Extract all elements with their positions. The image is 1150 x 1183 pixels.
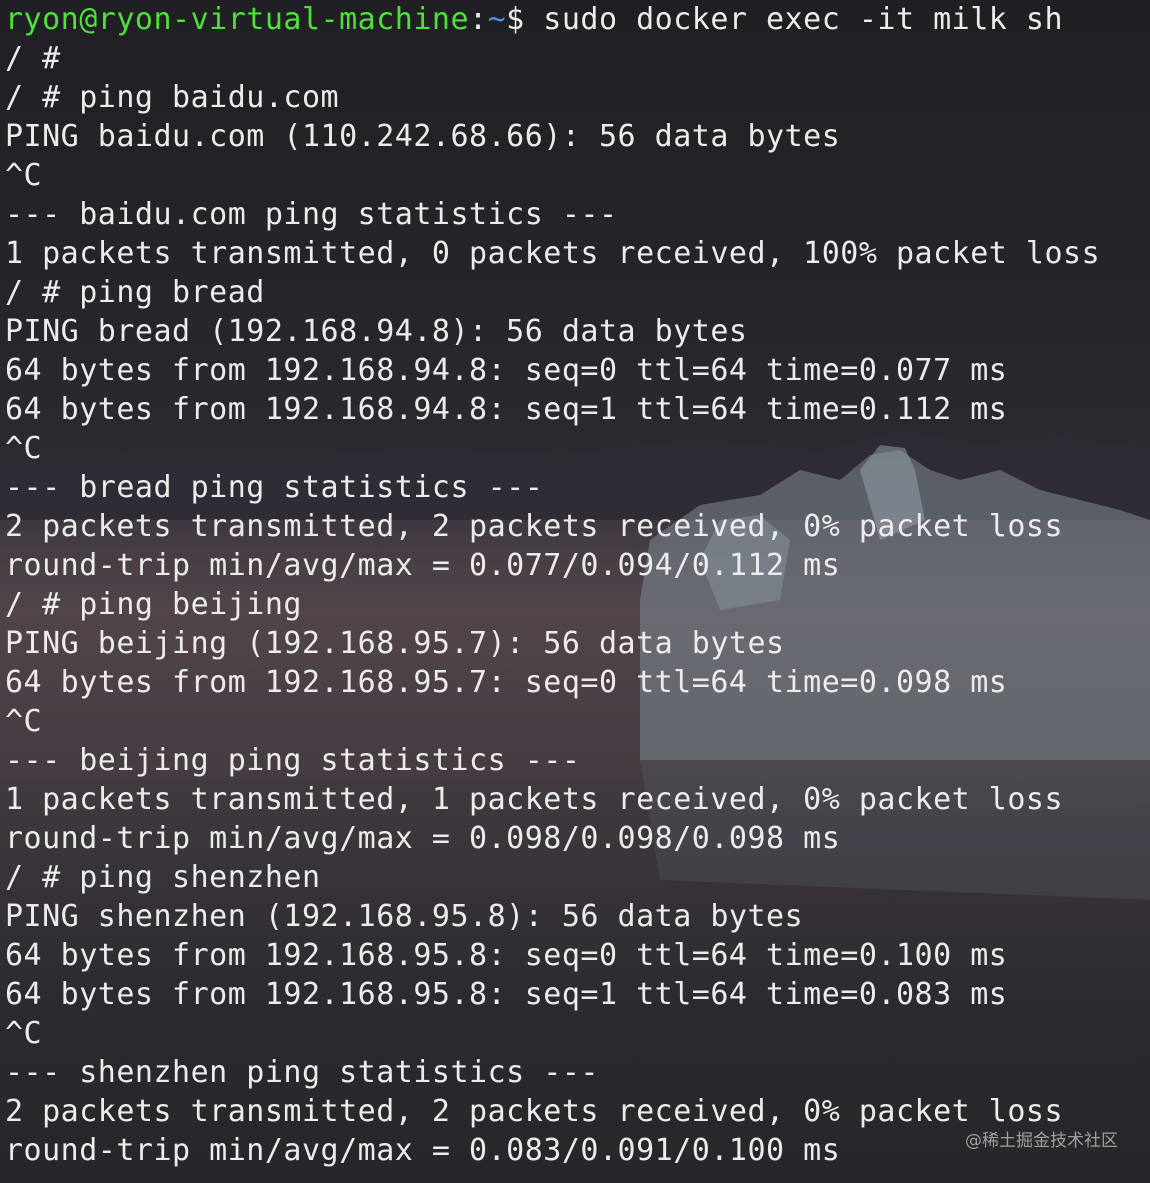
output-line: PING beijing (192.168.95.7): 56 data byt… (5, 626, 785, 661)
output-line: --- bread ping statistics --- (5, 470, 544, 505)
output-line: / # ping bread (5, 275, 265, 310)
prompt-symbol: $ (506, 2, 544, 37)
output-line: round-trip min/avg/max = 0.077/0.094/0.1… (5, 548, 841, 583)
output-line: ^C (5, 1016, 43, 1051)
output-line: PING bread (192.168.94.8): 56 data bytes (5, 314, 748, 349)
prompt-separator: : (469, 2, 488, 37)
prompt-line: ryon@ryon-virtual-machine:~$ sudo docker… (5, 0, 1145, 39)
output-line: --- baidu.com ping statistics --- (5, 197, 618, 232)
terminal-output[interactable]: ryon@ryon-virtual-machine:~$ sudo docker… (5, 0, 1145, 1183)
output-line: 2 packets transmitted, 2 packets receive… (5, 509, 1064, 544)
output-line: ^C (5, 431, 43, 466)
prompt-user-host: ryon@ryon-virtual-machine (5, 2, 470, 37)
watermark: @稀土掘金技术社区 (965, 1131, 1118, 1151)
output-line: 1 packets transmitted, 0 packets receive… (5, 236, 1101, 271)
output-line: 64 bytes from 192.168.95.7: seq=0 ttl=64… (5, 665, 1008, 700)
prompt-path: ~ (487, 2, 507, 37)
output-line: round-trip min/avg/max = 0.098/0.098/0.0… (5, 821, 841, 856)
output-line: ^C (5, 704, 43, 739)
output-line: PING baidu.com (110.242.68.66): 56 data … (5, 119, 841, 154)
output-line: 64 bytes from 192.168.94.8: seq=1 ttl=64… (5, 392, 1008, 427)
output-line: 64 bytes from 192.168.94.8: seq=0 ttl=64… (5, 353, 1008, 388)
output-line: 64 bytes from 192.168.95.8: seq=1 ttl=64… (5, 977, 1008, 1012)
output-line: ^C (5, 158, 43, 193)
output-line: --- shenzhen ping statistics --- (5, 1055, 599, 1090)
output-line: / # ping shenzhen (5, 860, 321, 895)
output-line: PING shenzhen (192.168.95.8): 56 data by… (5, 899, 804, 934)
output-line: / # ping beijing (5, 587, 302, 622)
output-line: 1 packets transmitted, 1 packets receive… (5, 782, 1064, 817)
output-line: --- beijing ping statistics --- (5, 743, 581, 778)
output-line: / # ping baidu.com (5, 80, 340, 115)
prompt-command: sudo docker exec -it milk sh (543, 2, 1064, 37)
output-line: 64 bytes from 192.168.95.8: seq=0 ttl=64… (5, 938, 1008, 973)
output-line: / # (5, 41, 61, 76)
